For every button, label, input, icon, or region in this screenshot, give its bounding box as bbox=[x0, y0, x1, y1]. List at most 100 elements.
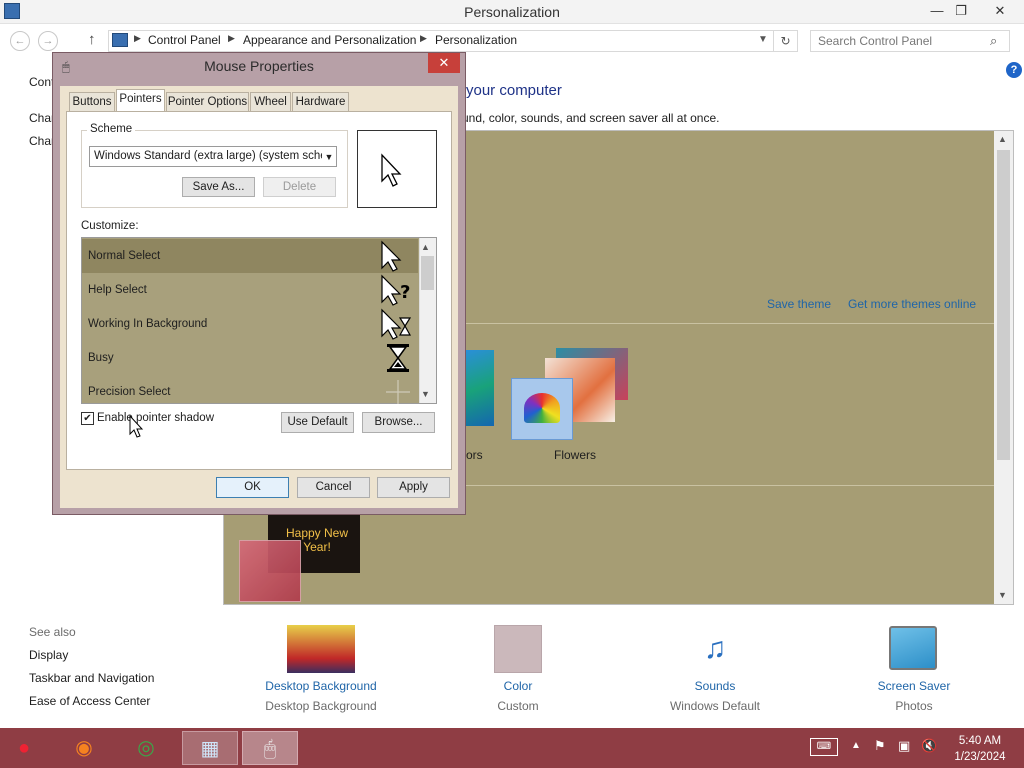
working-cursor-icon bbox=[381, 308, 412, 340]
scroll-down-icon[interactable]: ▼ bbox=[421, 389, 430, 399]
forward-arrow-icon[interactable]: → bbox=[38, 31, 58, 51]
control-panel-taskbar-button[interactable]: ▦ bbox=[182, 731, 238, 765]
mouse-taskbar-button[interactable]: 🖱 bbox=[242, 731, 298, 765]
scheme-label: Scheme bbox=[87, 123, 136, 135]
chevron-down-icon[interactable]: ▼ bbox=[322, 150, 336, 165]
clock-time: 5:40 AM bbox=[958, 735, 1002, 747]
refresh-icon[interactable]: ↻ bbox=[774, 30, 798, 52]
screen-saver-icon[interactable] bbox=[889, 626, 937, 670]
pointer-name: Working In Background bbox=[88, 318, 208, 330]
desktop-background-thumbnail[interactable] bbox=[287, 625, 355, 673]
volume-muted-icon[interactable]: 🔇 bbox=[921, 738, 937, 754]
help-icon[interactable]: ? bbox=[1006, 62, 1022, 78]
list-item-working-in-background[interactable]: Working In Background bbox=[82, 307, 418, 341]
mouse-cursor-icon bbox=[129, 415, 144, 438]
pointer-name: Precision Select bbox=[88, 386, 171, 398]
breadcrumb-separator-icon: ▶ bbox=[134, 33, 141, 43]
save-as-button[interactable]: Save As... bbox=[182, 177, 255, 197]
color-value: Custom bbox=[497, 699, 539, 713]
close-button[interactable]: ✕ bbox=[982, 0, 1018, 22]
flowers-theme-icon[interactable] bbox=[511, 378, 573, 440]
color-swatch-icon[interactable] bbox=[494, 625, 542, 673]
delete-button[interactable]: Delete bbox=[263, 177, 336, 197]
control-panel-icon bbox=[112, 33, 128, 47]
action-center-flag-icon[interactable]: ⚑ bbox=[874, 738, 886, 754]
search-placeholder: Search Control Panel bbox=[818, 34, 933, 48]
see-also-display[interactable]: Display bbox=[29, 648, 68, 662]
show-hidden-icons[interactable]: ▲ bbox=[851, 740, 861, 751]
enable-pointer-shadow-checkbox[interactable]: ✔ bbox=[81, 412, 94, 425]
scheme-dropdown[interactable]: Windows Standard (extra large) (system s… bbox=[89, 146, 337, 167]
use-default-button[interactable]: Use Default bbox=[281, 412, 354, 433]
svg-text:?: ? bbox=[400, 282, 410, 303]
keyboard-icon[interactable]: ⌨ bbox=[810, 738, 838, 756]
pointer-preview bbox=[357, 130, 437, 208]
customize-label: Customize: bbox=[81, 220, 139, 232]
left-nav-title: Cont bbox=[29, 75, 55, 89]
pointer-name: Normal Select bbox=[88, 250, 161, 262]
see-also-ease-of-access[interactable]: Ease of Access Center bbox=[29, 694, 150, 708]
crosshair-icon bbox=[386, 380, 410, 404]
taskbar-clock[interactable]: 5:40 AM 1/23/2024 bbox=[942, 733, 1018, 765]
back-arrow-icon[interactable]: ← bbox=[10, 31, 30, 51]
firefox-icon[interactable]: ◉ bbox=[64, 731, 104, 765]
cancel-button[interactable]: Cancel bbox=[297, 477, 370, 498]
window-title: Personalization bbox=[464, 4, 560, 20]
theme-thumbnail[interactable] bbox=[466, 350, 494, 426]
breadcrumb-separator-icon: ▶ bbox=[228, 33, 235, 43]
screen-saver-value: Photos bbox=[895, 699, 933, 713]
theme-label: ors bbox=[466, 448, 483, 462]
get-more-themes-link[interactable]: Get more themes online bbox=[848, 297, 976, 311]
page-subheading: und, color, sounds, and screen saver all… bbox=[462, 111, 720, 125]
scrollbar-thumb[interactable] bbox=[997, 150, 1010, 460]
theme-label: Flowers bbox=[554, 448, 597, 462]
network-icon[interactable]: ▣ bbox=[898, 738, 910, 754]
arrow-cursor-icon bbox=[381, 153, 402, 187]
restore-button[interactable]: ❐ bbox=[946, 0, 976, 22]
list-item-precision-select[interactable]: Precision Select bbox=[82, 375, 418, 403]
see-also-title: See also bbox=[29, 625, 76, 639]
scroll-down-icon[interactable]: ▼ bbox=[998, 590, 1007, 600]
chrome-icon[interactable]: ◎ bbox=[126, 731, 166, 765]
ok-button[interactable]: OK bbox=[216, 477, 289, 498]
tab-buttons[interactable]: Buttons bbox=[69, 92, 115, 111]
ornament-icon[interactable]: ● bbox=[4, 731, 44, 765]
dialog-close-button[interactable]: ✕ bbox=[428, 53, 460, 73]
theme-thumbnail[interactable] bbox=[239, 540, 301, 602]
apply-button[interactable]: Apply bbox=[377, 477, 450, 498]
tab-wheel[interactable]: Wheel bbox=[250, 92, 291, 111]
hourglass-icon bbox=[387, 344, 409, 372]
tab-pointers[interactable]: Pointers bbox=[116, 89, 165, 112]
scrollbar-thumb[interactable] bbox=[421, 256, 434, 290]
enable-pointer-shadow-label[interactable]: Enable pointer shadow bbox=[97, 412, 214, 424]
search-icon[interactable]: ⌕ bbox=[990, 33, 997, 49]
list-item-busy[interactable]: Busy bbox=[82, 341, 418, 375]
sounds-link[interactable]: Sounds bbox=[645, 679, 785, 693]
tab-pointer-options[interactable]: Pointer Options bbox=[166, 92, 249, 111]
scroll-up-icon[interactable]: ▲ bbox=[998, 134, 1007, 144]
chevron-down-icon[interactable]: ▼ bbox=[758, 34, 768, 45]
page-heading: your computer bbox=[466, 82, 562, 99]
arrow-cursor-icon bbox=[381, 240, 402, 272]
desktop-background-value: Desktop Background bbox=[265, 699, 377, 713]
desktop-background-link[interactable]: Desktop Background bbox=[251, 679, 391, 693]
pointer-name: Help Select bbox=[88, 284, 147, 296]
pointer-name: Busy bbox=[88, 352, 114, 364]
see-also-taskbar[interactable]: Taskbar and Navigation bbox=[29, 671, 154, 685]
clock-date: 1/23/2024 bbox=[954, 751, 1006, 763]
breadcrumb-appearance[interactable]: Appearance and Personalization bbox=[243, 33, 416, 47]
scroll-up-icon[interactable]: ▲ bbox=[421, 242, 430, 252]
breadcrumb-personalization[interactable]: Personalization bbox=[435, 33, 517, 47]
sounds-icon[interactable]: ♫ bbox=[690, 626, 740, 672]
list-item-normal-select[interactable]: Normal Select bbox=[82, 239, 418, 273]
breadcrumb-control-panel[interactable]: Control Panel bbox=[148, 33, 221, 47]
save-theme-link[interactable]: Save theme bbox=[767, 297, 831, 311]
screen-saver-link[interactable]: Screen Saver bbox=[844, 679, 984, 693]
list-item-help-select[interactable]: Help Select bbox=[82, 273, 418, 307]
up-arrow-icon[interactable]: ↑ bbox=[88, 31, 96, 48]
color-link[interactable]: Color bbox=[448, 679, 588, 693]
browse-button[interactable]: Browse... bbox=[362, 412, 435, 433]
sounds-value: Windows Default bbox=[669, 699, 761, 713]
tab-hardware[interactable]: Hardware bbox=[292, 92, 349, 111]
help-cursor-icon: ? bbox=[381, 274, 410, 306]
